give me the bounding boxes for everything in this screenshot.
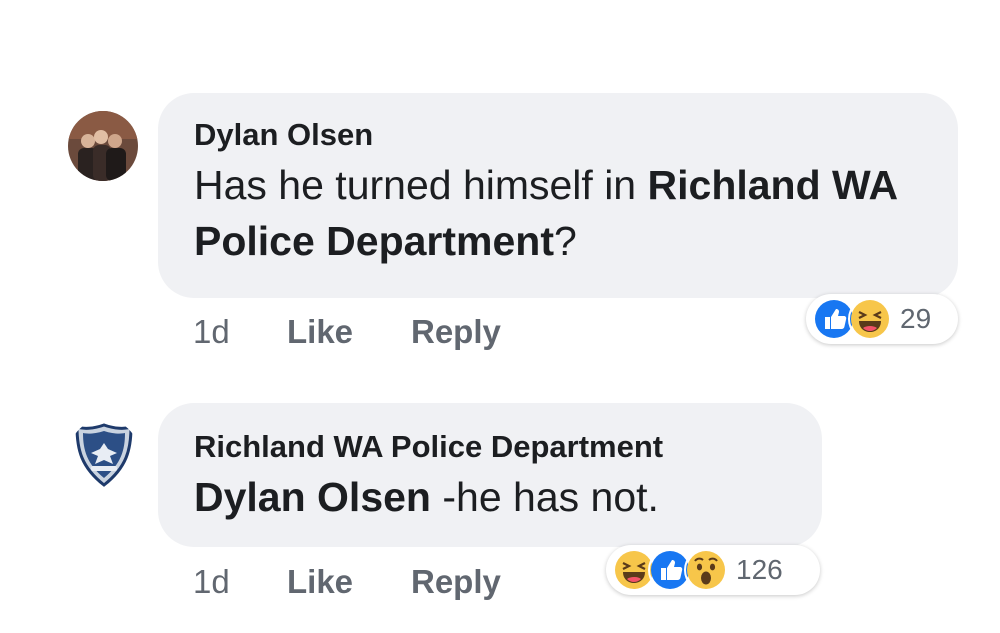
comment-text-end: ? xyxy=(554,218,577,264)
reply-button[interactable]: Reply xyxy=(411,562,501,602)
comment-text-plain: Has he turned himself in xyxy=(194,162,648,208)
comment-bubble: Richland WA Police Department Dylan Olse… xyxy=(158,403,822,547)
reaction-count: 29 xyxy=(900,303,932,334)
like-button[interactable]: Like xyxy=(287,562,353,602)
comment-text: Has he turned himself in Richland WA Pol… xyxy=(194,157,928,269)
reaction-summary[interactable]: 126 xyxy=(606,545,820,595)
reaction-summary[interactable]: 29 xyxy=(806,294,958,344)
comment-author[interactable]: Richland WA Police Department xyxy=(194,427,792,467)
comment-text-plain: -he has not. xyxy=(430,474,659,520)
reaction-count: 126 xyxy=(736,554,783,585)
comment-timestamp[interactable]: 1d xyxy=(193,312,230,352)
haha-icon xyxy=(848,297,892,341)
wow-icon xyxy=(684,548,728,592)
tagged-user-link[interactable]: Dylan Olsen xyxy=(194,474,431,520)
comment-thread: Dylan Olsen Has he turned himself in Ric… xyxy=(0,0,1000,633)
comment-timestamp[interactable]: 1d xyxy=(193,562,230,602)
like-button[interactable]: Like xyxy=(287,312,353,352)
comment-bubble: Dylan Olsen Has he turned himself in Ric… xyxy=(158,93,958,298)
reply-button[interactable]: Reply xyxy=(411,312,501,352)
comment-author[interactable]: Dylan Olsen xyxy=(194,115,928,155)
group-photo-avatar[interactable] xyxy=(68,111,138,181)
comment-text: Dylan Olsen -he has not. xyxy=(194,469,792,525)
police-badge-avatar[interactable] xyxy=(69,419,139,489)
